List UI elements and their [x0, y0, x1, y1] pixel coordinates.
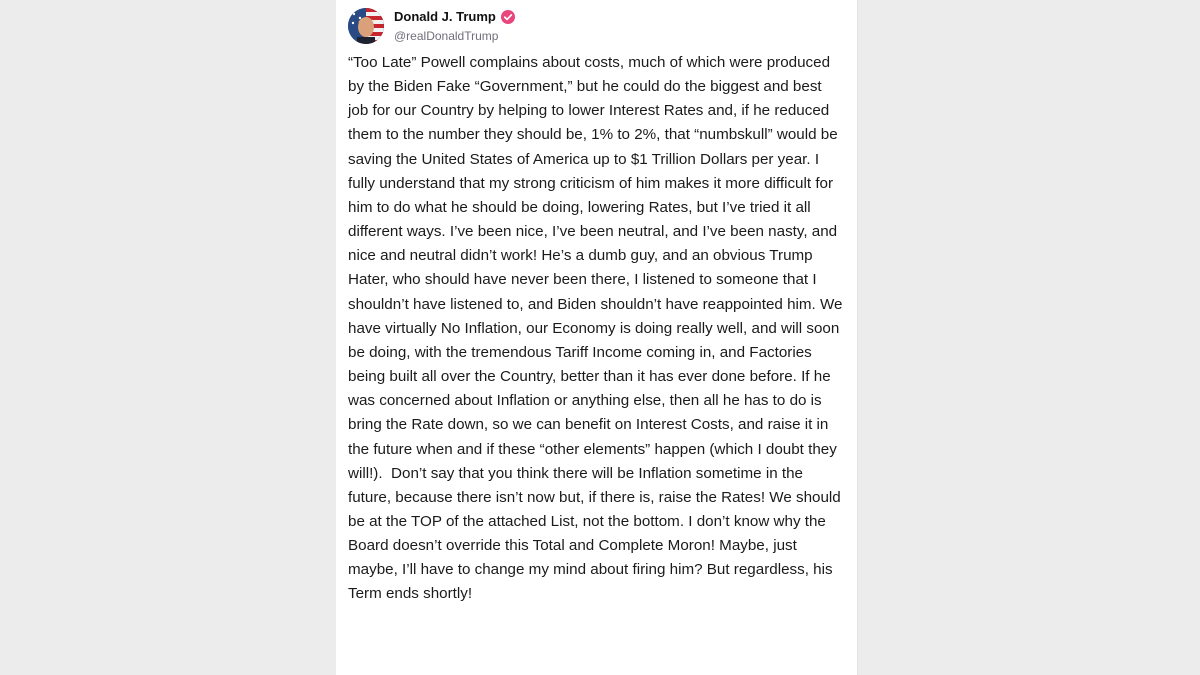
post-card: Donald J. Trump @realDonaldTrump “Too La…	[336, 0, 858, 675]
avatar[interactable]	[348, 8, 384, 44]
verified-badge-icon	[500, 9, 515, 24]
author-handle[interactable]: @realDonaldTrump	[394, 29, 498, 43]
author-name-row: Donald J. Trump	[394, 9, 515, 24]
post-body-text: “Too Late” Powell complains about costs,…	[348, 54, 847, 603]
author-display-name[interactable]: Donald J. Trump	[394, 9, 496, 24]
page-background: Donald J. Trump @realDonaldTrump “Too La…	[0, 0, 1200, 675]
avatar-image-icon	[348, 8, 384, 44]
